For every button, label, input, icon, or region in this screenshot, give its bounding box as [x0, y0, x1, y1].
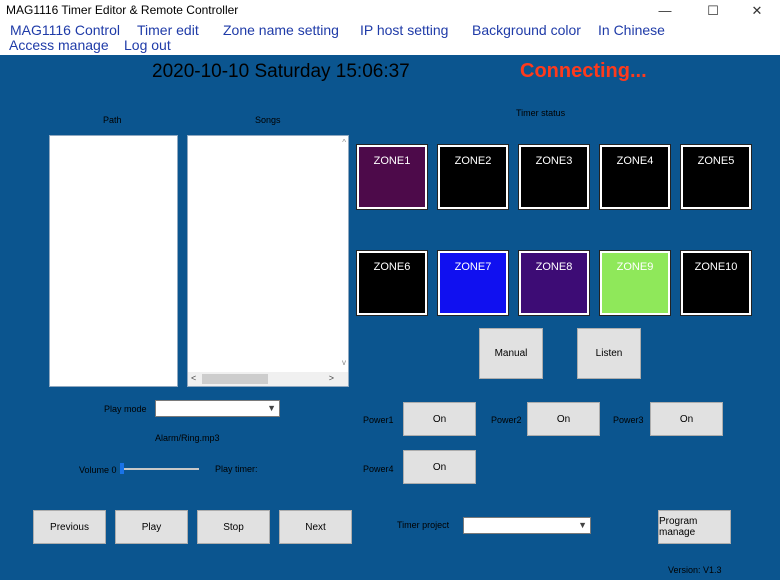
- volume-slider-track[interactable]: [121, 468, 199, 470]
- zone-5[interactable]: ZONE5: [680, 144, 752, 210]
- power2-on-button[interactable]: On: [527, 402, 600, 436]
- menu-ip-host-setting[interactable]: IP host setting: [360, 22, 448, 38]
- power2-label: Power2: [491, 415, 522, 425]
- menu-timer-edit[interactable]: Timer edit: [137, 22, 199, 38]
- zone-4[interactable]: ZONE4: [599, 144, 671, 210]
- previous-button[interactable]: Previous: [33, 510, 106, 544]
- zone-7[interactable]: ZONE7: [437, 250, 509, 316]
- power3-on-button[interactable]: On: [650, 402, 723, 436]
- zone-10[interactable]: ZONE10: [680, 250, 752, 316]
- program-manage-button[interactable]: Program manage: [658, 510, 731, 544]
- zone-1[interactable]: ZONE1: [356, 144, 428, 210]
- songs-label: Songs: [255, 115, 281, 125]
- listen-button[interactable]: Listen: [577, 328, 641, 379]
- power3-label: Power3: [613, 415, 644, 425]
- zone-3[interactable]: ZONE3: [518, 144, 590, 210]
- scroll-thumb[interactable]: [202, 374, 268, 384]
- current-file: Alarm/Ring.mp3: [155, 433, 220, 443]
- title-bar: MAG1116 Timer Editor & Remote Controller…: [0, 0, 780, 23]
- main-panel: 2020-10-10 Saturday 15:06:37 Connecting.…: [0, 55, 780, 580]
- minimize-button[interactable]: —: [642, 0, 688, 22]
- power4-label: Power4: [363, 464, 394, 474]
- scroll-up-icon[interactable]: ^: [342, 138, 346, 147]
- connection-status: Connecting...: [520, 60, 647, 82]
- scroll-down-icon[interactable]: v: [342, 358, 346, 367]
- chevron-down-icon: ▼: [578, 520, 587, 530]
- zone-2[interactable]: ZONE2: [437, 144, 509, 210]
- volume-label: Volume 0: [79, 465, 117, 475]
- manual-button[interactable]: Manual: [479, 328, 543, 379]
- play-timer-label: Play timer:: [215, 464, 258, 474]
- window-title: MAG1116 Timer Editor & Remote Controller: [6, 3, 239, 17]
- menu-access-manage[interactable]: Access manage: [9, 37, 109, 53]
- volume-slider-thumb[interactable]: [120, 463, 124, 474]
- scroll-right-icon[interactable]: >: [329, 373, 334, 383]
- power4-on-button[interactable]: On: [403, 450, 476, 484]
- menu-log-out[interactable]: Log out: [124, 37, 171, 53]
- scroll-left-icon[interactable]: <: [191, 373, 196, 383]
- play-mode-label: Play mode: [104, 404, 147, 414]
- next-button[interactable]: Next: [279, 510, 352, 544]
- menu-bar: MAG1116 Control Timer edit Zone name set…: [0, 22, 780, 55]
- timer-project-label: Timer project: [397, 520, 450, 530]
- zone-9[interactable]: ZONE9: [599, 250, 671, 316]
- zone-6[interactable]: ZONE6: [356, 250, 428, 316]
- menu-zone-name-setting[interactable]: Zone name setting: [223, 22, 339, 38]
- play-button[interactable]: Play: [115, 510, 188, 544]
- maximize-button[interactable]: ☐: [690, 0, 736, 22]
- path-label: Path: [103, 115, 122, 125]
- power1-label: Power1: [363, 415, 394, 425]
- chevron-down-icon: ▼: [267, 403, 276, 413]
- menu-background-color[interactable]: Background color: [472, 22, 581, 38]
- timer-project-select[interactable]: ▼: [463, 517, 591, 534]
- power1-on-button[interactable]: On: [403, 402, 476, 436]
- timer-status-label: Timer status: [516, 108, 566, 118]
- version-label: Version: V1.3: [668, 565, 722, 575]
- path-list[interactable]: [49, 135, 178, 387]
- datetime-display: 2020-10-10 Saturday 15:06:37: [152, 61, 410, 82]
- zone-8[interactable]: ZONE8: [518, 250, 590, 316]
- play-mode-select[interactable]: ▼: [155, 400, 280, 417]
- menu-mag1116-control[interactable]: MAG1116 Control: [10, 22, 120, 38]
- songs-list[interactable]: ^ v < >: [187, 135, 349, 387]
- menu-in-chinese[interactable]: In Chinese: [598, 22, 665, 38]
- stop-button[interactable]: Stop: [197, 510, 270, 544]
- close-button[interactable]: ✕: [734, 0, 780, 22]
- songs-horizontal-scrollbar[interactable]: < >: [188, 372, 348, 386]
